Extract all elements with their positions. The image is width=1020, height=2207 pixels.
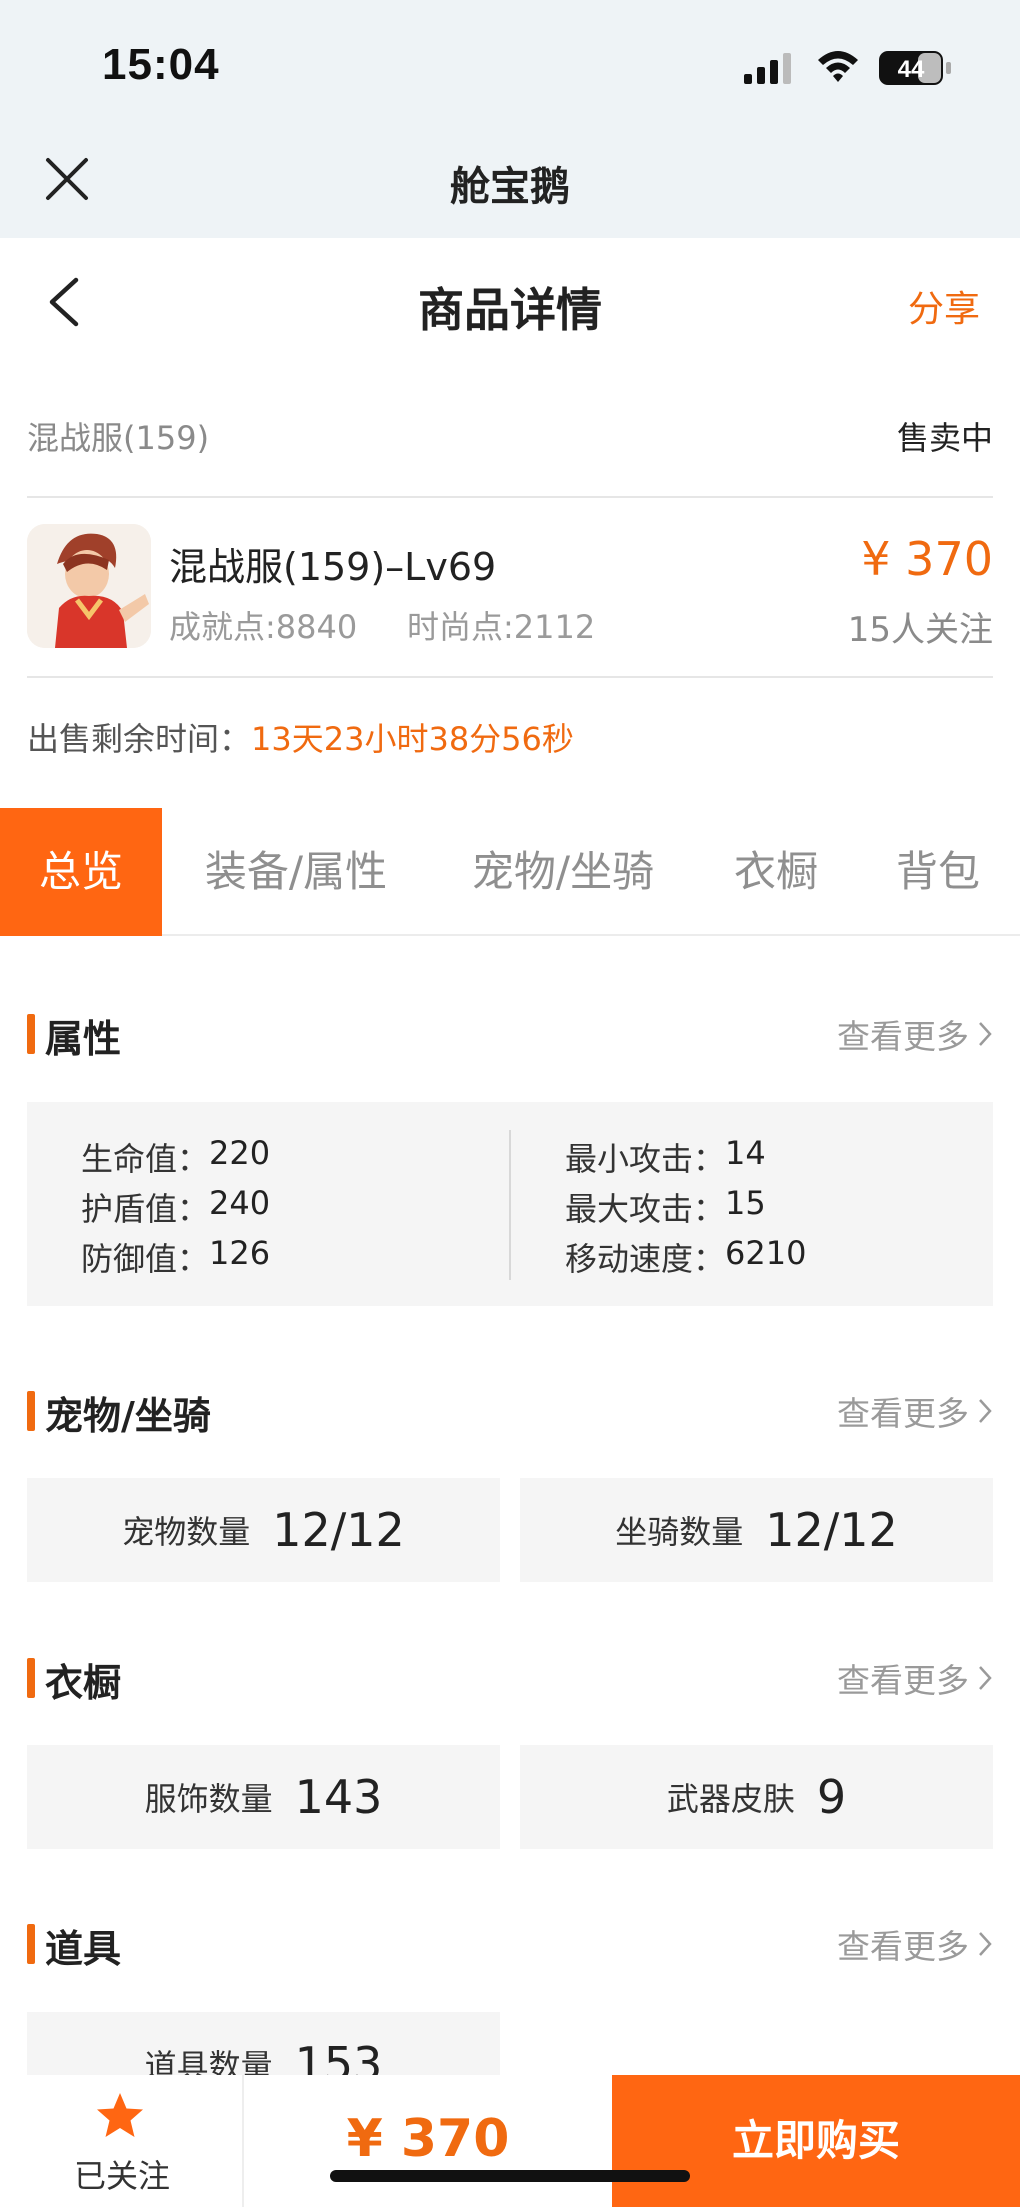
character-avatar <box>27 524 151 648</box>
view-more-label: 查看更多 <box>837 1661 969 1700</box>
divider <box>27 496 993 498</box>
wifi-icon <box>818 51 858 82</box>
stat-value: 12/12 <box>272 1503 405 1557</box>
tab-backpack[interactable]: 背包 <box>856 808 1020 936</box>
listing-row: 混战服(159) 售卖中 <box>27 408 993 464</box>
chevron-right-icon <box>979 1399 992 1423</box>
server-label: 混战服(159) <box>27 419 210 457</box>
outfit-count-card[interactable]: 服饰数量 143 <box>27 1745 500 1849</box>
section-accent-bar <box>27 1014 35 1054</box>
stat-value: 9 <box>816 1770 847 1824</box>
fashion-points: 时尚点:2112 <box>407 608 596 646</box>
divider <box>27 676 993 678</box>
wardrobe-section-header: 衣橱 查看更多 <box>27 1652 993 1705</box>
column-divider <box>509 1130 511 1280</box>
attribute-value: 14 <box>725 1134 766 1172</box>
miniprogram-title: 舱宝鹅 <box>450 164 570 210</box>
follow-button[interactable]: 已关注 <box>0 2075 244 2207</box>
attribute-row: 最大攻击： 15 <box>565 1184 806 1234</box>
attributes-left-column: 生命值： 220 护盾值： 240 防御值： 126 <box>81 1134 270 1284</box>
battery-level: 44 <box>898 56 925 83</box>
status-time: 15:04 <box>102 40 220 89</box>
section-title: 衣橱 <box>45 1661 122 1705</box>
remaining-time-label: 出售剩余时间： <box>27 720 252 758</box>
page-title: 商品详情 <box>418 283 602 337</box>
view-more-wardrobe-button[interactable]: 查看更多 <box>837 1654 993 1702</box>
attribute-value: 240 <box>209 1184 271 1222</box>
pet-count-card[interactable]: 宠物数量 12/12 <box>27 1478 500 1582</box>
stat-label: 武器皮肤 <box>666 1780 795 1818</box>
attribute-label: 生命值： <box>81 1140 210 1178</box>
items-section-header: 道具 查看更多 <box>27 1918 993 1971</box>
product-name: 混战服(159)–Lv69 <box>169 545 497 589</box>
attribute-row: 护盾值： 240 <box>81 1184 270 1234</box>
attribute-row: 移动速度： 6210 <box>565 1234 806 1284</box>
stat-label: 服饰数量 <box>144 1780 273 1818</box>
view-more-label: 查看更多 <box>837 1394 969 1433</box>
status-badge: 售卖中 <box>896 419 993 457</box>
star-icon <box>97 2093 143 2137</box>
chevron-right-icon <box>979 1666 992 1690</box>
buy-now-button[interactable]: 立即购买 <box>612 2075 1020 2207</box>
stat-label: 坐骑数量 <box>615 1513 744 1551</box>
section-title: 宠物/坐骑 <box>45 1394 211 1438</box>
weapon-skin-card[interactable]: 武器皮肤 9 <box>520 1745 993 1849</box>
product-card[interactable]: 混战服(159)–Lv69 成就点:8840 时尚点:2112 ¥ 370 15… <box>27 520 993 652</box>
view-more-label: 查看更多 <box>837 1927 969 1966</box>
attributes-right-column: 最小攻击： 14 最大攻击： 15 移动速度： 6210 <box>565 1134 806 1284</box>
view-more-attributes-button[interactable]: 查看更多 <box>837 1010 993 1058</box>
tab-pets[interactable]: 宠物/坐骑 <box>430 808 696 936</box>
view-more-items-button[interactable]: 查看更多 <box>837 1920 993 1968</box>
bottom-price: ¥ 370 <box>346 2109 510 2169</box>
section-accent-bar <box>27 1391 35 1431</box>
section-title: 属性 <box>45 1017 122 1061</box>
attribute-row: 生命值： 220 <box>81 1134 270 1184</box>
remaining-time: 出售剩余时间：13天23小时38分56秒 <box>27 714 574 760</box>
top-header: 15:04 44 舱宝鹅 <box>0 0 1020 238</box>
section-title: 道具 <box>45 1927 122 1971</box>
stat-value: 143 <box>294 1770 383 1824</box>
stat-label: 宠物数量 <box>122 1513 251 1551</box>
tab-bar: 总览 装备/属性 宠物/坐骑 衣橱 背包 <box>0 808 1020 936</box>
mount-count-card[interactable]: 坐骑数量 12/12 <box>520 1478 993 1582</box>
attribute-row: 最小攻击： 14 <box>565 1134 806 1184</box>
product-price: ¥ 370 <box>861 532 993 586</box>
attribute-label: 防御值： <box>81 1240 210 1278</box>
attribute-value: 126 <box>209 1234 271 1272</box>
view-more-label: 查看更多 <box>837 1017 969 1056</box>
attribute-label: 移动速度： <box>565 1240 726 1278</box>
section-accent-bar <box>27 1924 35 1964</box>
attribute-label: 最小攻击： <box>565 1140 726 1178</box>
attribute-row: 防御值： 126 <box>81 1234 270 1284</box>
tab-equipment[interactable]: 装备/属性 <box>162 808 430 936</box>
attributes-panel: 生命值： 220 护盾值： 240 防御值： 126 最小攻击： 14 最大攻击： 15 … <box>27 1102 993 1306</box>
chevron-right-icon <box>979 1022 992 1046</box>
attribute-value: 15 <box>725 1184 766 1222</box>
attribute-label: 护盾值： <box>81 1190 210 1228</box>
pets-section-header: 宠物/坐骑 查看更多 <box>27 1385 993 1438</box>
follow-label: 已关注 <box>73 2157 170 2195</box>
achievement-points: 成就点:8840 <box>169 608 358 646</box>
share-button[interactable]: 分享 <box>908 280 980 332</box>
follower-count: 15人关注 <box>847 610 993 650</box>
tab-wardrobe[interactable]: 衣橱 <box>696 808 856 936</box>
tab-overview[interactable]: 总览 <box>0 808 162 936</box>
attributes-section-header: 属性 查看更多 <box>27 1008 993 1061</box>
battery-icon: 44 <box>878 50 952 86</box>
view-more-pets-button[interactable]: 查看更多 <box>837 1387 993 1435</box>
remaining-time-value: 13天23小时38分56秒 <box>251 720 574 758</box>
stat-value: 12/12 <box>765 1503 898 1557</box>
chevron-right-icon <box>979 1932 992 1956</box>
section-accent-bar <box>27 1658 35 1698</box>
home-indicator <box>330 2170 690 2182</box>
attribute-label: 最大攻击： <box>565 1190 726 1228</box>
attribute-value: 6210 <box>725 1234 807 1272</box>
bottom-action-bar: 已关注 ¥ 370 立即购买 <box>0 2075 1020 2207</box>
attribute-value: 220 <box>209 1134 271 1172</box>
cellular-signal-icon <box>744 53 791 84</box>
